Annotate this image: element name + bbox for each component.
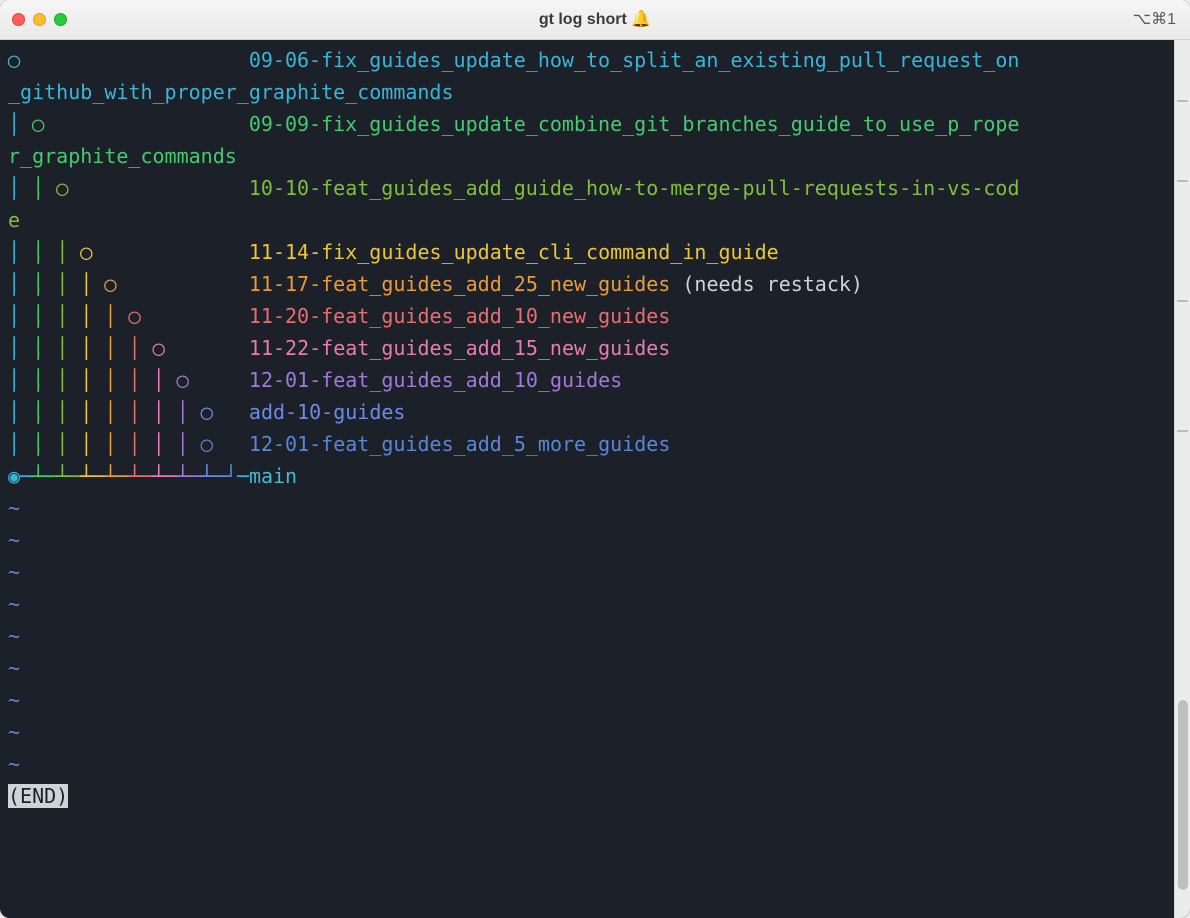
window-hotkey: ⌥⌘1	[1133, 7, 1190, 33]
minimize-button[interactable]	[33, 13, 46, 26]
branch-name: 12-01-feat_guides_add_5_more_guides	[249, 432, 670, 456]
branch-name: r_graphite_commands	[8, 144, 237, 168]
branch-name: e	[8, 208, 20, 232]
branch-name: 10-10-feat_guides_add_guide_how-to-merge…	[249, 176, 1020, 200]
scrollbar-mark	[1177, 180, 1188, 182]
branch-name: 09-06-fix_guides_update_how_to_split_an_…	[249, 48, 1020, 72]
branch-row: │ │ ◯ 10-10-feat_guides_add_guide_how-to…	[8, 172, 1166, 204]
branch-row: ◯ 09-06-fix_guides_update_how_to_split_a…	[8, 44, 1166, 76]
branch-row: │ │ │ ◯ 11-14-fix_guides_update_cli_comm…	[8, 236, 1166, 268]
scrollbar-mark	[1177, 430, 1188, 432]
branch-row: _github_with_proper_graphite_commands	[8, 76, 1166, 108]
branch-row: │ │ │ │ │ ◯ 11-20-feat_guides_add_10_new…	[8, 300, 1166, 332]
pager-empty-line: ~	[8, 716, 1166, 748]
branch-row: │ │ │ │ │ │ │ │ ◯ 12-01-feat_guides_add_…	[8, 428, 1166, 460]
branch-row: │ │ │ │ │ │ ◯ 11-22-feat_guides_add_15_n…	[8, 332, 1166, 364]
close-button[interactable]	[12, 13, 25, 26]
pager-empty-line: ~	[8, 524, 1166, 556]
pager-empty-line: ~	[8, 588, 1166, 620]
window-title: gt log short 🔔	[0, 7, 1190, 33]
branch-name: _github_with_proper_graphite_commands	[8, 80, 454, 104]
traffic-lights	[0, 13, 67, 26]
pager-empty-line: ~	[8, 556, 1166, 588]
branch-row: e	[8, 204, 1166, 236]
branch-name: 11-17-feat_guides_add_25_new_guides	[249, 272, 670, 296]
branch-name: 09-09-fix_guides_update_combine_git_bran…	[249, 112, 1020, 136]
branch-name: 12-01-feat_guides_add_10_guides	[249, 368, 622, 392]
branch-row: │ │ │ │ │ │ │ ◯ 12-01-feat_guides_add_10…	[8, 364, 1166, 396]
scrollbar-thumb[interactable]	[1178, 700, 1188, 890]
pager-empty-line: ~	[8, 748, 1166, 780]
pager-empty-line: ~	[8, 652, 1166, 684]
trunk-row: ◉─┴─┴─┴─┴─┴─┴─┴─┴─┘─main	[8, 460, 1166, 492]
branch-row: │ ◯ 09-09-fix_guides_update_combine_git_…	[8, 108, 1166, 140]
scrollbar-mark	[1177, 300, 1188, 302]
branch-name: 11-20-feat_guides_add_10_new_guides	[249, 304, 670, 328]
zoom-button[interactable]	[54, 13, 67, 26]
titlebar: gt log short 🔔 ⌥⌘1	[0, 0, 1190, 40]
branch-annotation: (needs restack)	[682, 272, 863, 296]
branch-name: 11-22-feat_guides_add_15_new_guides	[249, 336, 670, 360]
scrollbar-mark	[1177, 100, 1188, 102]
branch-name: 11-14-fix_guides_update_cli_command_in_g…	[249, 240, 779, 264]
pager-empty-line: ~	[8, 492, 1166, 524]
pager-end-label: (END)	[8, 784, 68, 808]
terminal-window: gt log short 🔔 ⌥⌘1 ◯ 09-06-fix_guides_up…	[0, 0, 1190, 918]
pager-empty-line: ~	[8, 684, 1166, 716]
terminal-body: ◯ 09-06-fix_guides_update_how_to_split_a…	[0, 40, 1190, 918]
scrollbar-track[interactable]	[1174, 40, 1190, 918]
branch-name: main	[249, 464, 297, 488]
pager-empty-line: ~	[8, 620, 1166, 652]
terminal-output[interactable]: ◯ 09-06-fix_guides_update_how_to_split_a…	[0, 40, 1174, 918]
branch-name: add-10-guides	[249, 400, 406, 424]
branch-row: r_graphite_commands	[8, 140, 1166, 172]
branch-row: │ │ │ │ ◯ 11-17-feat_guides_add_25_new_g…	[8, 268, 1166, 300]
branch-row: │ │ │ │ │ │ │ │ ◯ add-10-guides	[8, 396, 1166, 428]
pager-end: (END)	[8, 780, 1166, 812]
